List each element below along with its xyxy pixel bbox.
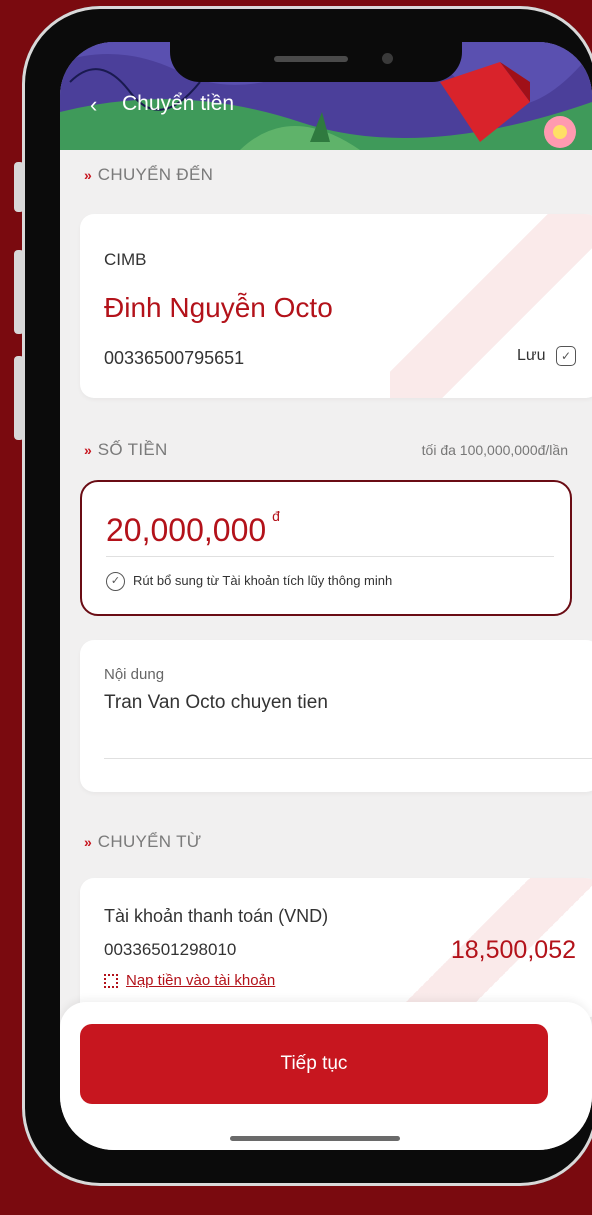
section-to-label: CHUYỂN ĐẾN bbox=[97, 165, 214, 184]
continue-button[interactable]: Tiếp tục bbox=[80, 1024, 548, 1104]
recipient-bank: CIMB bbox=[104, 250, 147, 269]
recipient-account: 00336500795651 bbox=[104, 348, 245, 368]
save-recipient-toggle[interactable]: Lưu ✓ bbox=[517, 346, 576, 366]
section-to: » CHUYỂN ĐẾN bbox=[84, 165, 213, 185]
amount-value[interactable]: 20,000,000 đ bbox=[106, 508, 280, 549]
volume-down-button bbox=[14, 356, 24, 440]
checkbox-icon[interactable]: ✓ bbox=[556, 346, 576, 366]
app-screen: ‹ Chuyển tiền » CHUYỂN ĐẾN CIMB Đinh Nguy… bbox=[60, 42, 592, 1150]
front-camera bbox=[382, 53, 393, 64]
amount-number: 20,000,000 bbox=[106, 512, 267, 548]
source-balance: 18,500,052 bbox=[450, 936, 576, 964]
topup-label: Rút bổ sung từ Tài khoản tích lũy thông … bbox=[133, 572, 393, 588]
topup-account-link[interactable]: Nạp tiền vào tài khoản bbox=[104, 972, 275, 989]
double-chevron-icon: » bbox=[84, 167, 92, 183]
topup-link-label: Nạp tiền vào tài khoản bbox=[126, 972, 276, 989]
content-input[interactable] bbox=[104, 692, 524, 714]
amount-limit: tối đa 100,000,000đ/lần bbox=[421, 442, 568, 458]
mute-switch bbox=[14, 162, 24, 212]
recipient-name: Đinh Nguyễn Octo bbox=[104, 292, 333, 323]
divider bbox=[106, 556, 554, 557]
section-from-label: CHUYỂN TỪ bbox=[97, 832, 202, 851]
section-from: » CHUYỂN TỪ bbox=[84, 832, 202, 852]
currency-unit: đ bbox=[272, 508, 280, 524]
recipient-card[interactable]: CIMB Đinh Nguyễn Octo 00336500795651 Lưu… bbox=[80, 214, 592, 398]
source-account-card[interactable]: Tài khoản thanh toán (VND) 0033650129801… bbox=[80, 878, 592, 1018]
section-amount: » SỐ TIỀN bbox=[84, 440, 168, 460]
header-banner: ‹ Chuyển tiền bbox=[60, 42, 592, 150]
topup-option[interactable]: ✓ Rút bổ sung từ Tài khoản tích lũy thông… bbox=[106, 572, 392, 591]
chevron-left-icon[interactable]: ‹ bbox=[90, 92, 97, 118]
save-label: Lưu bbox=[517, 347, 546, 365]
amount-field[interactable]: 20,000,000 đ ✓ Rút bổ sung từ Tài khoản tí… bbox=[80, 480, 572, 616]
content-card: Nội dung bbox=[80, 640, 592, 792]
section-amount-label: SỐ TIỀN bbox=[97, 440, 168, 459]
home-indicator bbox=[230, 1136, 400, 1141]
content-label: Nội dung bbox=[104, 666, 165, 683]
qr-code-icon bbox=[104, 974, 118, 989]
page-title: Chuyển tiền bbox=[122, 92, 235, 115]
volume-up-button bbox=[14, 250, 24, 334]
checkbox-icon[interactable]: ✓ bbox=[106, 572, 125, 591]
source-account-number: 00336501298010 bbox=[104, 940, 237, 959]
footer-bar: Tiếp tục bbox=[60, 1002, 592, 1150]
speaker-grille bbox=[274, 56, 348, 62]
source-account-name: Tài khoản thanh toán (VND) bbox=[104, 906, 329, 926]
notch bbox=[170, 42, 462, 82]
double-chevron-icon: » bbox=[84, 834, 92, 850]
double-chevron-icon: » bbox=[84, 442, 92, 458]
card-decoration bbox=[390, 214, 592, 398]
